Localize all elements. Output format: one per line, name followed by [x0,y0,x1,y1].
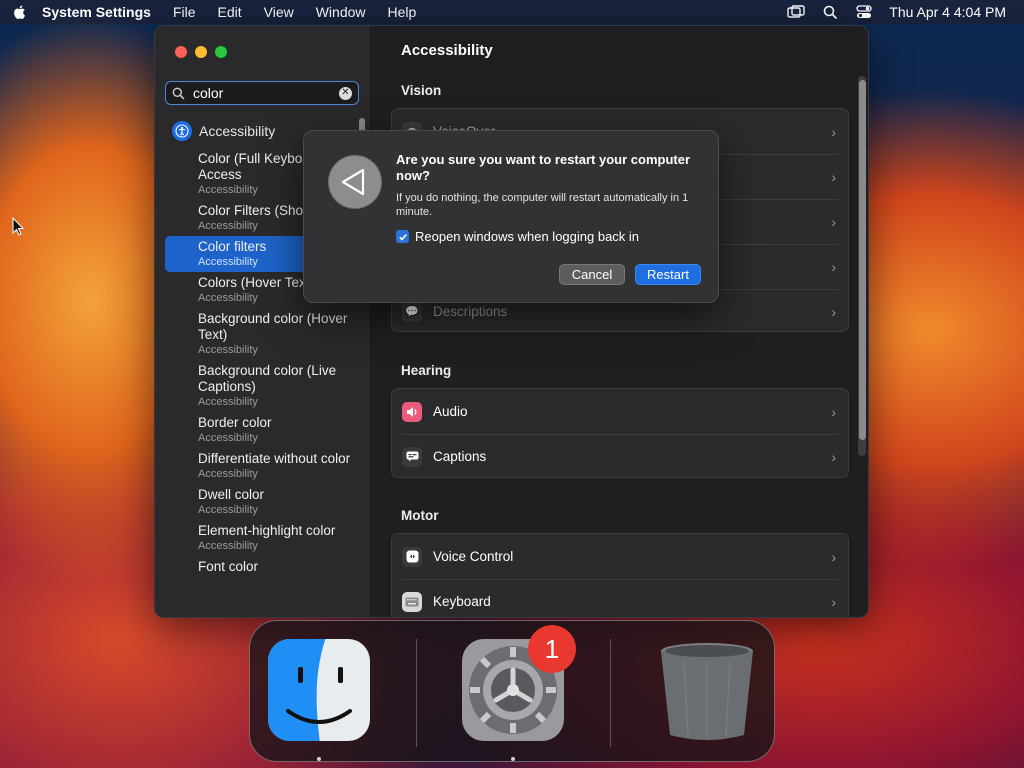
dock [249,620,775,762]
page-title: Accessibility [401,42,493,59]
row-captions[interactable]: Captions › [392,434,848,477]
result-subtitle: Accessibility [198,396,258,408]
content-pane: Accessibility Vision ◉ VoiceOver › › › ›… [371,26,868,617]
finder-running-indicator [317,757,321,761]
dialog-title: Are you sure you want to restart your co… [396,152,691,183]
result-subtitle: Accessibility [198,432,258,444]
menu-app-name[interactable]: System Settings [42,4,151,20]
screen-mirroring-icon[interactable] [787,4,805,20]
close-window-button[interactable] [175,46,187,58]
row-label: Keyboard [433,594,491,609]
row-label: Descriptions [433,304,508,319]
row-audio[interactable]: Audio › [392,389,848,434]
window-controls [175,46,227,58]
result-title: Border color [198,415,272,430]
chevron-right-icon: › [831,258,836,275]
search-result-item[interactable]: Differentiate without color Accessibilit… [165,448,360,484]
reopen-windows-checkbox[interactable]: Reopen windows when logging back in [396,229,639,244]
result-title: Font color [198,559,259,574]
cancel-button[interactable]: Cancel [559,264,625,285]
captions-icon [402,446,422,467]
finder-icon[interactable] [266,637,372,743]
chevron-right-icon: › [831,593,836,610]
section-title-vision: Vision [401,83,442,98]
row-label: Captions [433,449,487,464]
result-subtitle: Accessibility [198,468,258,480]
speaker-icon [402,401,422,422]
checkbox-label: Reopen windows when logging back in [415,229,640,244]
descriptions-icon: 💬 [402,301,422,322]
dock-separator [416,639,417,747]
result-title: Background color (Live Captions) [198,363,337,394]
section-title-motor: Motor [401,508,439,523]
settings-running-indicator [511,757,515,761]
result-subtitle: Accessibility [198,540,258,552]
chevron-right-icon: › [831,448,836,465]
row-label: Voice Control [433,549,514,564]
row-keyboard[interactable]: Keyboard › [392,579,848,617]
chevron-right-icon: › [831,168,836,185]
chevron-right-icon: › [831,213,836,230]
result-title: Background color (Hover Text) [198,311,348,342]
search-field[interactable]: ✕ [165,81,359,105]
row-voice-control[interactable]: Voice Control › [392,534,848,579]
search-input[interactable] [191,84,339,102]
menu-edit[interactable]: Edit [218,4,242,20]
checkmark-icon[interactable] [396,230,409,243]
restart-dialog: Are you sure you want to restart your co… [303,130,719,303]
search-result-item[interactable]: Dwell color Accessibility [165,484,360,520]
dialog-message: If you do nothing, the computer will res… [396,192,689,218]
chevron-right-icon: › [831,548,836,565]
control-center-icon[interactable] [855,4,873,20]
search-result-item[interactable]: Background color (Hover Text) Accessibil… [165,308,360,360]
system-settings-window: ✕ Accessibility Color (Full Keyboard Acc… [154,25,869,618]
result-title: Differentiate without color [198,451,351,466]
minimize-window-button[interactable] [195,46,207,58]
restart-arrow-icon [328,155,382,209]
search-result-item[interactable]: Font color [165,556,360,578]
chevron-right-icon: › [831,303,836,320]
menu-window[interactable]: Window [316,4,366,20]
sidebar-section-label: Accessibility [199,123,276,139]
menu-help[interactable]: Help [388,4,417,20]
result-title: Dwell color [198,487,265,502]
menu-clock[interactable]: Thu Apr 4 4:04 PM [889,4,1006,20]
spotlight-search-icon[interactable] [821,4,839,20]
chevron-right-icon: › [831,123,836,140]
menu-file[interactable]: File [173,4,196,20]
hearing-group: Audio › Captions › [391,388,849,478]
content-scrollbar-thumb[interactable] [858,80,866,440]
clear-search-icon[interactable]: ✕ [339,86,352,100]
chevron-right-icon: › [831,403,836,420]
section-title-hearing: Hearing [401,363,452,378]
menu-view[interactable]: View [264,4,294,20]
result-subtitle: Accessibility [198,504,258,516]
accessibility-icon [172,121,192,141]
dock-separator [610,639,611,747]
content-scrollbar[interactable] [858,76,866,456]
zoom-window-button[interactable] [215,46,227,58]
search-result-item[interactable]: Background color (Live Captions) Accessi… [165,360,360,412]
row-label: Audio [433,404,468,419]
search-result-item[interactable]: Element-highlight color Accessibility [165,520,360,556]
sidebar: ✕ Accessibility Color (Full Keyboard Acc… [155,26,371,617]
apple-logo-icon[interactable] [12,4,28,20]
restart-button[interactable]: Restart [635,264,701,285]
search-icon [172,87,185,100]
voice-control-icon [402,546,422,567]
mouse-cursor-icon [12,217,24,236]
menu-bar: System Settings File Edit View Window He… [0,0,1024,24]
notification-badge: 1 [528,625,576,673]
keyboard-icon [402,591,422,612]
motor-group: Voice Control › Keyboard › [391,533,849,617]
trash-icon[interactable] [654,637,760,743]
search-result-item[interactable]: Border color Accessibility [165,412,360,448]
result-title: Element-highlight color [198,523,336,538]
result-subtitle: Accessibility [198,344,258,356]
